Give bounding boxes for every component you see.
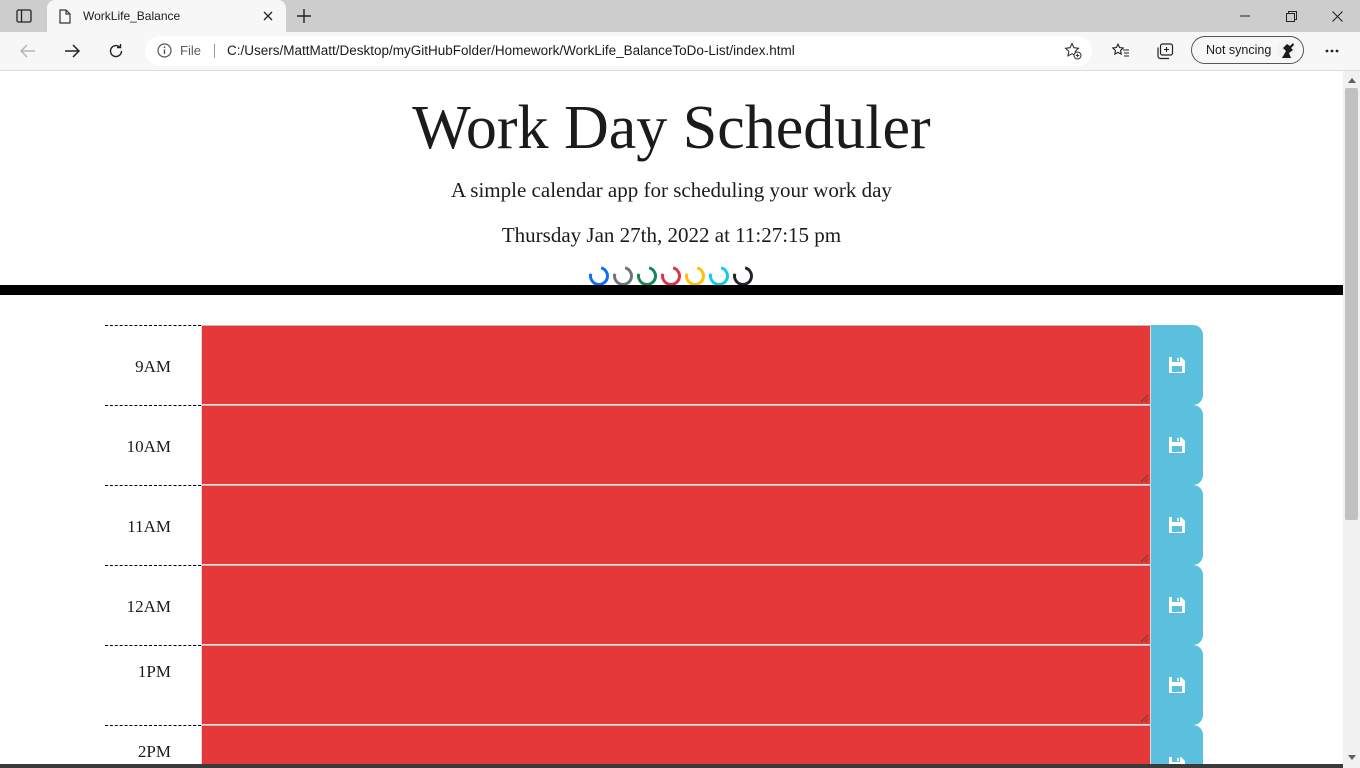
floppy-disk-icon bbox=[1168, 356, 1186, 374]
settings-more-button[interactable] bbox=[1318, 39, 1346, 63]
minimize-icon bbox=[1240, 15, 1250, 17]
time-block-row: 9AM bbox=[105, 325, 1203, 405]
close-icon bbox=[1331, 10, 1343, 22]
site-info-label: File bbox=[180, 43, 201, 58]
hour-cell: 12AM bbox=[105, 565, 201, 645]
tab-close-button[interactable] bbox=[258, 6, 278, 26]
close-window-button[interactable] bbox=[1314, 0, 1360, 32]
save-button[interactable] bbox=[1151, 405, 1203, 485]
hour-cell: 11AM bbox=[105, 485, 201, 565]
hour-label: 9AM bbox=[135, 357, 171, 376]
floppy-disk-icon bbox=[1168, 516, 1186, 534]
time-block-row: 2PM bbox=[105, 725, 1203, 768]
hour-cell: 1PM bbox=[105, 645, 201, 725]
page-viewport: Work Day Scheduler A simple calendar app… bbox=[0, 71, 1343, 768]
url-text[interactable]: C:/Users/MattMatt/Desktop/myGitHubFolder… bbox=[227, 43, 795, 58]
scroll-thumb[interactable] bbox=[1345, 88, 1358, 520]
hour-label: 2PM bbox=[137, 742, 171, 761]
resize-grip-icon[interactable] bbox=[1140, 634, 1148, 642]
avatar-icon bbox=[1277, 40, 1297, 60]
page-scrollbar[interactable] bbox=[1343, 71, 1360, 768]
hour-label: 1PM bbox=[137, 662, 171, 681]
restore-icon bbox=[1285, 10, 1297, 22]
save-button[interactable] bbox=[1151, 325, 1203, 405]
task-textarea[interactable] bbox=[201, 325, 1151, 405]
forward-button[interactable] bbox=[58, 39, 86, 63]
task-textarea[interactable] bbox=[201, 405, 1151, 485]
profile-button[interactable]: Not syncing bbox=[1191, 36, 1304, 64]
time-block-row: 10AM bbox=[105, 405, 1203, 485]
back-arrow-icon bbox=[20, 44, 35, 58]
loading-spinners bbox=[585, 262, 757, 290]
restore-button[interactable] bbox=[1268, 0, 1314, 32]
collections-icon bbox=[1157, 42, 1174, 59]
page-header: Work Day Scheduler A simple calendar app… bbox=[0, 71, 1343, 294]
floppy-disk-icon bbox=[1168, 436, 1186, 454]
hour-cell: 2PM bbox=[105, 725, 201, 768]
hour-cell: 9AM bbox=[105, 325, 201, 405]
save-button[interactable] bbox=[1151, 645, 1203, 725]
hour-label: 12AM bbox=[126, 597, 171, 616]
resize-grip-icon[interactable] bbox=[1140, 474, 1148, 482]
resize-grip-icon[interactable] bbox=[1140, 554, 1148, 562]
floppy-disk-icon bbox=[1168, 676, 1186, 694]
page-title: Work Day Scheduler bbox=[412, 94, 931, 162]
more-icon bbox=[1325, 49, 1339, 53]
task-textarea[interactable] bbox=[201, 725, 1151, 768]
header-divider bbox=[0, 285, 1343, 295]
tab-title: WorkLife_Balance bbox=[83, 9, 181, 23]
taskbar-edge bbox=[0, 764, 1343, 768]
address-separator bbox=[214, 44, 215, 58]
save-button[interactable] bbox=[1151, 725, 1203, 768]
collections-button[interactable] bbox=[1151, 39, 1179, 63]
hour-label: 10AM bbox=[126, 437, 171, 456]
time-block-row: 12AM bbox=[105, 565, 1203, 645]
forward-arrow-icon bbox=[65, 44, 80, 58]
favorites-button[interactable] bbox=[1107, 39, 1135, 63]
refresh-button[interactable] bbox=[102, 39, 130, 63]
active-tab[interactable]: WorkLife_Balance bbox=[47, 0, 286, 32]
scroll-up-button[interactable] bbox=[1343, 73, 1360, 87]
resize-grip-icon[interactable] bbox=[1140, 714, 1148, 722]
resize-grip-icon[interactable] bbox=[1140, 394, 1148, 402]
tab-actions-button[interactable] bbox=[10, 6, 38, 26]
hour-label: 11AM bbox=[127, 517, 171, 536]
refresh-icon bbox=[109, 44, 123, 58]
page-icon bbox=[59, 8, 73, 24]
back-button[interactable] bbox=[14, 39, 42, 63]
time-block-row: 1PM bbox=[105, 645, 1203, 725]
current-datetime: Thursday Jan 27th, 2022 at 11:27:15 pm bbox=[501, 223, 842, 247]
minimize-button[interactable] bbox=[1222, 0, 1268, 32]
new-tab-button[interactable] bbox=[292, 5, 316, 27]
address-toolbar: File C:/Users/MattMatt/Desktop/myGitHubF… bbox=[0, 32, 1360, 71]
hour-cell: 10AM bbox=[105, 405, 201, 485]
add-favorite-icon[interactable] bbox=[1064, 42, 1082, 60]
save-button[interactable] bbox=[1151, 485, 1203, 565]
close-icon bbox=[263, 11, 273, 21]
site-info-button[interactable]: File bbox=[157, 43, 201, 58]
task-textarea[interactable] bbox=[201, 645, 1151, 725]
task-textarea[interactable] bbox=[201, 485, 1151, 565]
favorites-icon bbox=[1112, 43, 1129, 57]
scroll-down-button[interactable] bbox=[1343, 750, 1360, 764]
address-bar[interactable]: File C:/Users/MattMatt/Desktop/myGitHubF… bbox=[145, 36, 1092, 66]
tab-actions-icon bbox=[16, 9, 32, 23]
plus-icon bbox=[297, 9, 311, 23]
floppy-disk-icon bbox=[1168, 596, 1186, 614]
tab-strip: WorkLife_Balance bbox=[0, 0, 1360, 32]
profile-label: Not syncing bbox=[1206, 43, 1272, 57]
arrow-up-icon bbox=[1347, 77, 1356, 83]
save-button[interactable] bbox=[1151, 565, 1203, 645]
task-textarea[interactable] bbox=[201, 565, 1151, 645]
time-block-row: 11AM bbox=[105, 485, 1203, 565]
info-icon bbox=[157, 43, 172, 58]
page-subtitle: A simple calendar app for scheduling you… bbox=[451, 178, 892, 202]
arrow-down-icon bbox=[1347, 754, 1356, 760]
